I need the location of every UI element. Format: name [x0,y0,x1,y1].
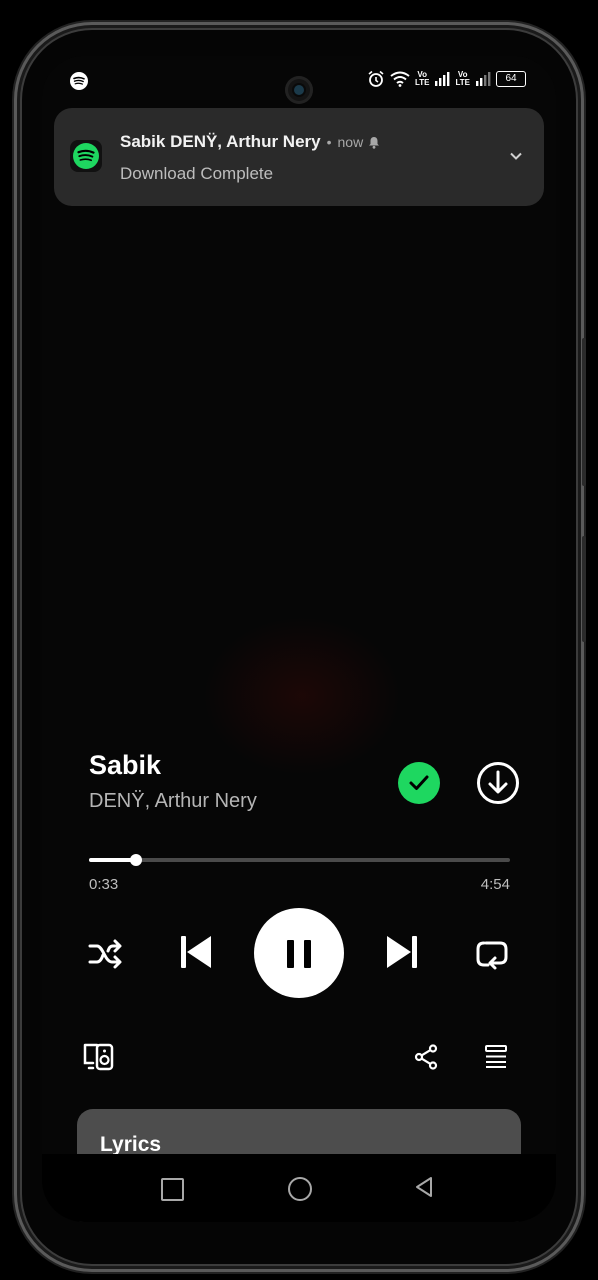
wifi-icon [390,71,410,87]
song-title[interactable]: Sabik [89,750,161,781]
home-button[interactable] [288,1177,312,1201]
next-button[interactable] [382,932,422,972]
back-button[interactable] [414,1176,434,1198]
progress-fill [89,858,137,862]
status-icons: Vo LTE Vo LTE 64 [367,70,526,88]
repeat-button[interactable] [474,936,510,972]
notification-title: Sabik DENŸ, Arthur Nery [120,132,321,151]
notification-separator: • [326,134,332,150]
download-icon [477,762,519,804]
spotify-icon [70,72,88,90]
volte-icon: Vo LTE [414,70,430,87]
bell-icon [369,136,380,149]
shuffle-button[interactable] [86,936,126,972]
elapsed-time: 0:33 [89,876,119,893]
shuffle-icon [88,939,122,969]
signal-icon [435,72,450,86]
alarm-icon [368,70,384,87]
spotify-icon [70,140,102,172]
repeat-icon [476,941,508,970]
volume-button [582,338,586,486]
navigation-bar [42,1154,556,1222]
progress-handle[interactable] [130,854,143,866]
pause-icon [287,940,294,968]
signal-icon [476,72,491,86]
devices-icon [83,1043,114,1071]
connect-device-button[interactable] [82,1042,116,1072]
downloaded-button[interactable] [476,761,520,805]
share-icon [414,1044,438,1070]
queue-icon [485,1045,507,1068]
status-bar: Vo LTE Vo LTE 64 [42,56,556,106]
liked-button[interactable] [398,762,440,804]
battery-icon: 64 [496,71,526,87]
artist-name[interactable]: DENŸ, Arthur Nery [89,790,257,813]
skip-next-icon [387,936,417,968]
check-icon [409,775,429,790]
share-button[interactable] [414,1044,438,1070]
download-notification[interactable]: Sabik DENŸ, Arthur Nery • now Download C… [54,108,544,206]
progress-bar[interactable] [89,854,510,866]
pause-icon [304,940,311,968]
recents-button[interactable] [161,1178,184,1201]
power-button [582,536,586,642]
pause-button[interactable] [254,908,344,998]
total-duration: 4:54 [480,876,510,893]
notification-header: Sabik DENŸ, Arthur Nery • now [120,132,380,152]
previous-button[interactable] [176,932,216,972]
front-camera [285,76,313,104]
battery-level: 64 [505,73,517,84]
chevron-down-icon[interactable] [508,148,524,164]
skip-previous-icon [181,936,211,968]
queue-button[interactable] [484,1044,508,1068]
screen: Vo LTE Vo LTE 64 Sabik DENŸ, Arthur Nery •… [42,56,556,1222]
notification-subtitle: Download Complete [120,164,274,183]
notification-time: now [337,134,364,150]
volte-icon: Vo LTE [455,70,470,87]
background-artwork-glow [202,616,402,776]
